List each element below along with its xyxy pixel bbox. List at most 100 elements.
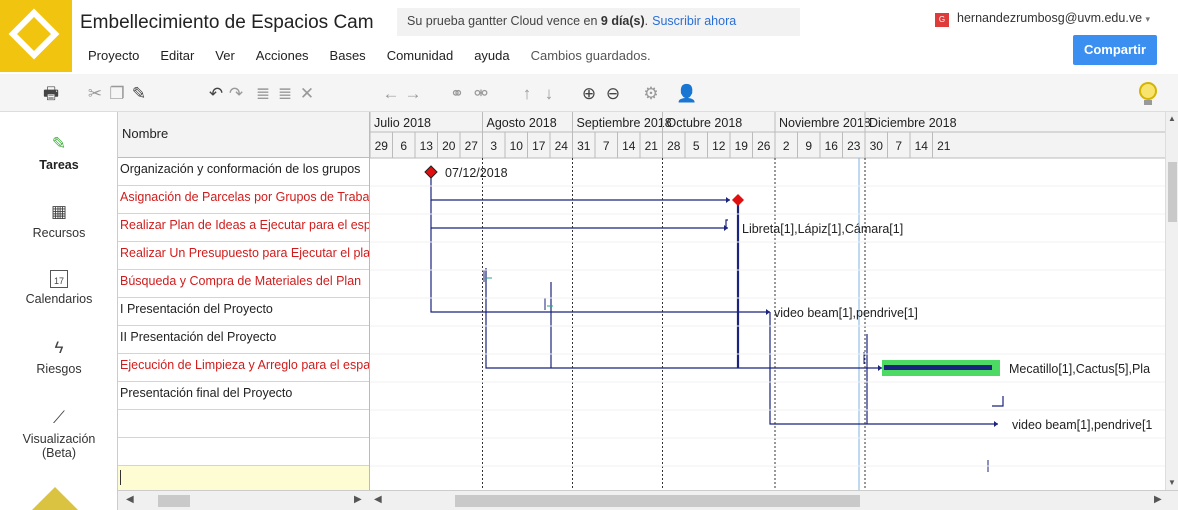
month-label: Diciembre 2018 xyxy=(869,116,957,130)
gantt-canvas[interactable]: Julio 2018 Agosto 2018 Septiembre 2018Octu… xyxy=(370,112,1165,490)
scroll-down-icon[interactable]: ▼ xyxy=(1168,478,1176,487)
task-row[interactable] xyxy=(118,438,369,466)
sidebar-logo-icon xyxy=(30,486,80,510)
task-grid: Nombre Organización y conformación de lo… xyxy=(118,112,370,490)
gantt-vertical-scrollbar[interactable]: ▲ ▼ xyxy=(1165,112,1178,490)
sidebar-item-recursos[interactable]: ▦ Recursos xyxy=(0,202,118,240)
task-row[interactable]: Búsqueda y Compra de Materiales del Plan xyxy=(118,270,369,298)
week-label: 13 xyxy=(420,139,434,153)
menu-ayuda[interactable]: ayuda xyxy=(474,48,509,63)
arrow-left-icon[interactable]: ← xyxy=(380,83,402,105)
assign-resource-icon[interactable]: 👤 xyxy=(676,83,698,105)
logo-diamond-icon xyxy=(8,8,60,60)
app-logo[interactable] xyxy=(0,0,72,72)
gantt-horizontal-scrollbar[interactable]: ◀ ▶ xyxy=(370,490,1178,510)
menu-editar[interactable]: Editar xyxy=(160,48,194,63)
sidebar-item-riesgos[interactable]: ϟ Riesgos xyxy=(0,338,118,376)
redo-icon[interactable]: ↷ xyxy=(225,83,247,105)
task-label: Mecatillo[1],Cactus[5],Pla xyxy=(1009,362,1150,376)
week-label: 9 xyxy=(805,139,812,153)
toolbar: 🖶 ✂ ❐ ✎ ↶ ↷ ≣ ≣ ✕ ← → ⚭ ⚮ ↑ ↓ ⊕ ⊖ ⚙ 👤 xyxy=(0,74,1178,112)
calendar-icon: 17 xyxy=(50,270,68,288)
week-label: 29 xyxy=(375,139,389,153)
delete-icon[interactable]: ✕ xyxy=(296,83,318,105)
lightbulb-icon[interactable] xyxy=(1139,82,1157,105)
undo-icon[interactable]: ↶ xyxy=(205,83,227,105)
week-label: 21 xyxy=(937,139,951,153)
arrow-right-icon[interactable]: → xyxy=(402,83,424,105)
week-label: 21 xyxy=(645,139,659,153)
week-label: 6 xyxy=(400,139,407,153)
unlink-tasks-icon[interactable]: ⚮ xyxy=(470,83,492,105)
grid-scroll-thumb[interactable] xyxy=(158,495,190,507)
week-label: 17 xyxy=(532,139,546,153)
sidebar-item-visualizacion[interactable]: ⟋ Visualización (Beta) xyxy=(0,408,118,460)
scroll-left-icon[interactable]: ◀ xyxy=(126,494,134,505)
move-up-icon[interactable]: ↑ xyxy=(516,83,538,105)
week-label: 3 xyxy=(490,139,497,153)
print-icon[interactable]: 🖶 xyxy=(40,83,62,105)
task-row[interactable]: Asignación de Parcelas por Grupos de Tra… xyxy=(118,186,369,214)
cut-icon[interactable]: ✂ xyxy=(84,83,106,105)
copy-icon[interactable]: ❐ xyxy=(106,83,128,105)
menu-proyecto[interactable]: Proyecto xyxy=(88,48,139,63)
task-progress xyxy=(884,365,992,370)
dependency-arrow xyxy=(878,365,882,371)
menu-acciones[interactable]: Acciones xyxy=(256,48,309,63)
task-label: video beam[1],pendrive[1 xyxy=(1012,418,1152,432)
settings-icon[interactable]: ⚙ xyxy=(640,83,662,105)
task-row[interactable]: Realizar Plan de Ideas a Ejecutar para e… xyxy=(118,214,369,242)
week-label: 28 xyxy=(667,139,681,153)
sidebar-item-calendarios[interactable]: 17 Calendarios xyxy=(0,270,118,306)
week-label: 24 xyxy=(555,139,569,153)
task-row[interactable]: Organización y conformación de los grupo… xyxy=(118,158,369,186)
column-header-nombre[interactable]: Nombre xyxy=(118,112,369,158)
link-tasks-icon[interactable]: ⚭ xyxy=(446,83,468,105)
outdent-icon[interactable]: ≣ xyxy=(274,83,296,105)
user-account-menu[interactable]: hernandezrumbosg@uvm.edu.ve ▾ xyxy=(957,11,1150,25)
dependency-line xyxy=(992,396,1004,407)
task-row[interactable] xyxy=(118,410,369,438)
format-painter-icon[interactable]: ✎ xyxy=(128,83,150,105)
share-button[interactable]: Compartir xyxy=(1073,35,1157,65)
subscribe-link[interactable]: Suscribir ahora xyxy=(652,14,736,28)
task-row[interactable]: Ejecución de Limpieza y Arreglo para el … xyxy=(118,354,369,382)
week-label: 14 xyxy=(622,139,636,153)
task-row[interactable]: Realizar Un Presupuesto para Ejecutar el… xyxy=(118,242,369,270)
gantt-scroll-thumb[interactable] xyxy=(455,495,860,507)
scroll-right-icon[interactable]: ▶ xyxy=(354,494,362,505)
task-row[interactable]: Presentación final del Proyecto xyxy=(118,382,369,410)
grid-horizontal-scrollbar[interactable]: ◀ ▶ xyxy=(118,490,370,510)
sidebar-item-tareas[interactable]: ✎ Tareas xyxy=(0,134,118,172)
scroll-up-icon[interactable]: ▲ xyxy=(1168,114,1176,123)
menu-comunidad[interactable]: Comunidad xyxy=(387,48,454,63)
task-row[interactable]: II Presentación del Proyecto xyxy=(118,326,369,354)
vertical-scroll-thumb[interactable] xyxy=(1168,162,1177,222)
zoom-out-icon[interactable]: ⊖ xyxy=(602,83,624,105)
menu-ver[interactable]: Ver xyxy=(215,48,235,63)
task-row[interactable]: I Presentación del Proyecto xyxy=(118,298,369,326)
left-sidebar: ✎ Tareas ▦ Recursos 17 Calendarios ϟ Rie… xyxy=(0,112,118,510)
month-label: Septiembre 2018 xyxy=(577,116,672,130)
task-label: video beam[1],pendrive[1] xyxy=(774,306,918,320)
gantt-chart: Julio 2018 Agosto 2018 Septiembre 2018 Octu… xyxy=(370,112,1165,490)
move-down-icon[interactable]: ↓ xyxy=(538,83,560,105)
month-label: Agosto 2018 xyxy=(487,116,557,130)
zoom-in-icon[interactable]: ⊕ xyxy=(578,83,600,105)
week-label: 14 xyxy=(915,139,929,153)
month-label: Noviembre 2018 xyxy=(779,116,871,130)
risk-icon: ϟ xyxy=(54,338,64,357)
gantt-scroll-left-icon[interactable]: ◀ xyxy=(374,494,382,505)
chart-icon: ⟋ xyxy=(53,408,65,427)
indent-icon[interactable]: ≣ xyxy=(252,83,274,105)
week-label: 30 xyxy=(870,139,884,153)
gantt-scroll-right-icon[interactable]: ▶ xyxy=(1154,494,1162,505)
week-label: 10 xyxy=(510,139,524,153)
project-title[interactable]: Embellecimiento de Espacios Cam xyxy=(80,12,396,34)
edit-icon: ✎ xyxy=(51,134,67,153)
week-label: 7 xyxy=(603,139,610,153)
dependency-arrow xyxy=(726,197,730,203)
save-status: Cambios guardados. xyxy=(530,48,651,63)
task-row[interactable] xyxy=(118,466,369,490)
menu-bases[interactable]: Bases xyxy=(330,48,366,63)
